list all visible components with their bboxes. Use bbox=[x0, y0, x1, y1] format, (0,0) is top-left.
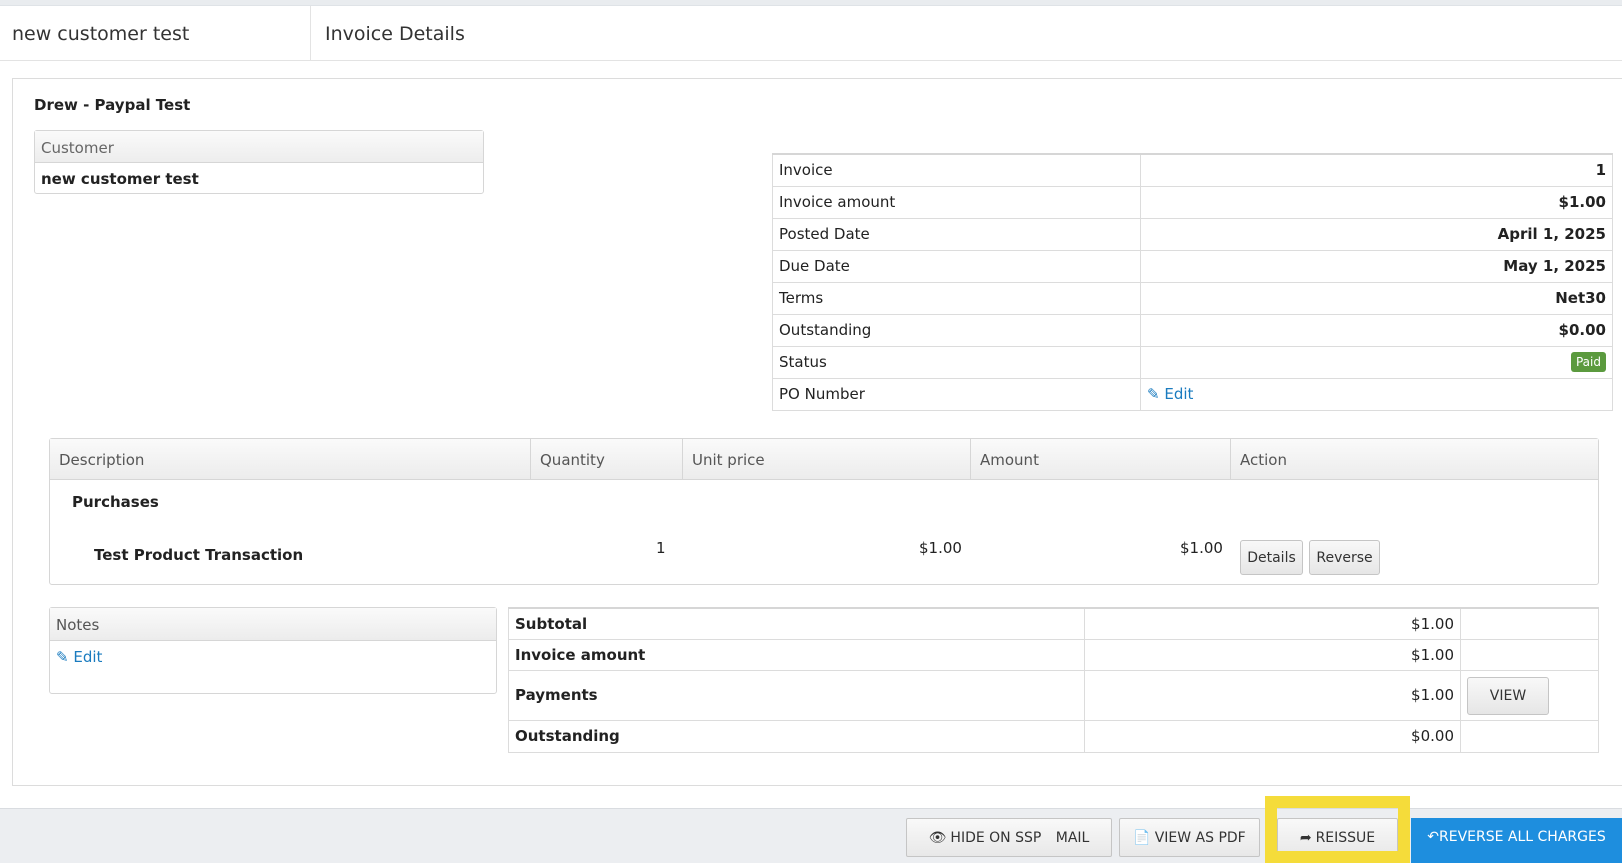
info-value: $0.00 bbox=[1140, 313, 1613, 347]
col-action: Action bbox=[1240, 451, 1287, 469]
notes-box: Notes ✎ Edit bbox=[49, 607, 497, 694]
totals-value: $1.00 bbox=[1084, 638, 1461, 671]
info-row: Status Paid bbox=[772, 345, 1613, 379]
line-items-table: Description Quantity Unit price Amount A… bbox=[49, 438, 1599, 585]
info-row: Posted Date April 1, 2025 bbox=[772, 217, 1613, 251]
po-number-cell: ✎ Edit bbox=[1140, 377, 1613, 411]
edit-icon: ✎ bbox=[1147, 385, 1160, 403]
totals-label: Subtotal bbox=[508, 607, 1085, 640]
totals-value: $1.00 bbox=[1084, 607, 1461, 640]
totals-value: $1.00 bbox=[1084, 669, 1461, 721]
totals-label: Outstanding bbox=[508, 719, 1085, 753]
info-value: $1.00 bbox=[1140, 185, 1613, 219]
product-amount: $1.00 bbox=[1180, 539, 1223, 557]
reverse-button[interactable]: Reverse bbox=[1309, 540, 1380, 575]
eye-slash-icon: 👁 bbox=[928, 830, 947, 846]
highlight-box bbox=[1265, 796, 1410, 863]
header-customer-name: new customer test bbox=[12, 23, 190, 45]
info-label: Due Date bbox=[772, 249, 1141, 283]
customer-box: Customer new customer test bbox=[34, 130, 484, 194]
customer-box-value: new customer test bbox=[41, 170, 199, 188]
totals-row: Invoice amount $1.00 bbox=[508, 638, 1599, 671]
info-row: Due Date May 1, 2025 bbox=[772, 249, 1613, 283]
reply-icon: ↶ bbox=[1427, 829, 1439, 845]
totals-label: Payments bbox=[508, 669, 1085, 721]
info-label: PO Number bbox=[772, 377, 1141, 411]
invoice-info-table: Invoice 1 Invoice amount $1.00 Posted Date… bbox=[772, 153, 1613, 411]
info-row: Invoice 1 bbox=[772, 153, 1613, 187]
file-icon: 📄 bbox=[1133, 830, 1151, 846]
info-row: PO Number ✎ Edit bbox=[772, 377, 1613, 411]
totals-row: Outstanding $0.00 bbox=[508, 719, 1599, 753]
totals-action-cell: VIEW bbox=[1460, 669, 1599, 721]
col-divider bbox=[1230, 439, 1231, 480]
totals-action-cell bbox=[1460, 607, 1599, 640]
status-badge: Paid bbox=[1570, 352, 1606, 372]
info-value: 1 bbox=[1140, 153, 1613, 187]
notes-edit-label: Edit bbox=[73, 648, 103, 666]
totals-label: Invoice amount bbox=[508, 638, 1085, 671]
info-value: April 1, 2025 bbox=[1140, 217, 1613, 251]
col-unit-price: Unit price bbox=[692, 451, 765, 469]
totals-value: $0.00 bbox=[1084, 719, 1461, 753]
reverse-all-charges-button[interactable]: ↶REVERSE ALL CHARGES bbox=[1411, 818, 1622, 863]
info-value: May 1, 2025 bbox=[1140, 249, 1613, 283]
po-edit-label: Edit bbox=[1164, 385, 1194, 403]
info-label: Terms bbox=[772, 281, 1141, 315]
totals-row: Payments $1.00 VIEW bbox=[508, 669, 1599, 721]
reverse-all-charges-label: REVERSE ALL CHARGES bbox=[1439, 829, 1606, 845]
edit-icon: ✎ bbox=[56, 648, 69, 666]
info-label: Status bbox=[772, 345, 1141, 379]
hide-on-ssp-label: HIDE ON SSP bbox=[950, 830, 1042, 846]
info-value: Net30 bbox=[1140, 281, 1613, 315]
view-as-pdf-label: VIEW AS PDF bbox=[1154, 830, 1246, 846]
info-row: Invoice amount $1.00 bbox=[772, 185, 1613, 219]
product-description: Test Product Transaction bbox=[94, 546, 304, 564]
view-as-pdf-button[interactable]: 📄 VIEW AS PDF bbox=[1119, 818, 1260, 857]
totals-table: Subtotal $1.00 Invoice amount $1.00 Paymen… bbox=[508, 607, 1599, 753]
product-quantity: 1 bbox=[656, 539, 666, 557]
totals-row: Subtotal $1.00 bbox=[508, 607, 1599, 640]
notes-edit-link[interactable]: ✎ Edit bbox=[56, 648, 102, 666]
header-divider bbox=[310, 6, 311, 61]
notes-header: Notes bbox=[50, 608, 496, 641]
info-label: Invoice bbox=[772, 153, 1141, 187]
customer-box-header: Customer bbox=[35, 131, 483, 163]
col-divider bbox=[970, 439, 971, 480]
group-purchases: Purchases bbox=[72, 493, 159, 511]
line-items-header: Description Quantity Unit price Amount A… bbox=[50, 439, 1598, 480]
page-title: Invoice Details bbox=[325, 23, 465, 45]
col-amount: Amount bbox=[980, 451, 1039, 469]
totals-action-cell bbox=[1460, 638, 1599, 671]
info-label: Posted Date bbox=[772, 217, 1141, 251]
col-divider bbox=[682, 439, 683, 480]
email-label: MAIL bbox=[1055, 830, 1090, 846]
info-label: Outstanding bbox=[772, 313, 1141, 347]
col-description: Description bbox=[59, 451, 145, 469]
col-quantity: Quantity bbox=[540, 451, 605, 469]
view-payments-button[interactable]: VIEW bbox=[1467, 676, 1549, 715]
panel-title: Drew - Paypal Test bbox=[34, 96, 191, 114]
details-button[interactable]: Details bbox=[1240, 540, 1303, 575]
info-row: Outstanding $0.00 bbox=[772, 313, 1613, 347]
page-header: new customer test Invoice Details bbox=[0, 6, 1622, 61]
po-edit-link[interactable]: ✎ Edit bbox=[1147, 385, 1193, 403]
product-unit-price: $1.00 bbox=[919, 539, 962, 557]
status-cell: Paid bbox=[1140, 345, 1613, 379]
hide-on-ssp-email-button[interactable]: 👁 HIDE ON SSP MAIL bbox=[906, 818, 1112, 857]
info-label: Invoice amount bbox=[772, 185, 1141, 219]
totals-action-cell bbox=[1460, 719, 1599, 753]
info-row: Terms Net30 bbox=[772, 281, 1613, 315]
col-divider bbox=[530, 439, 531, 480]
notes-body: ✎ Edit bbox=[50, 641, 496, 673]
